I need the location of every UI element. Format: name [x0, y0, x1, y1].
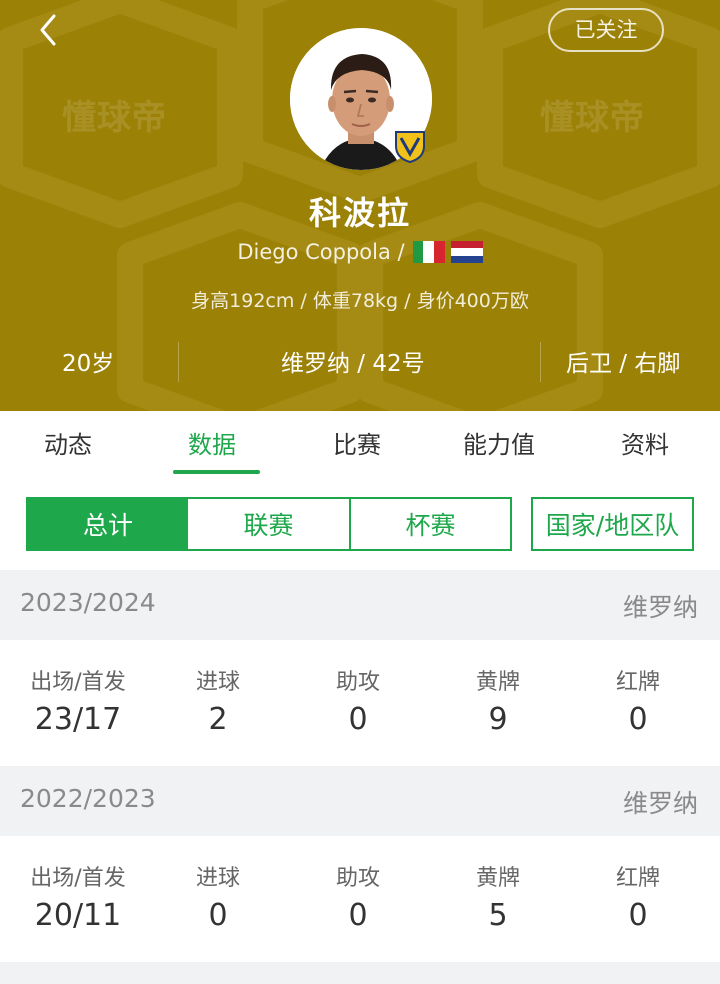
season-header: 2023/2024 维罗纳	[0, 570, 720, 640]
stat-label: 助攻	[335, 866, 380, 891]
active-tab-indicator	[173, 470, 260, 474]
segment-cup[interactable]: 杯赛	[349, 497, 512, 551]
stat-appearances: 出场/首发 23/17	[8, 664, 148, 737]
stat-value: 0	[348, 898, 368, 933]
tab-matches[interactable]: 比赛	[333, 425, 381, 460]
club-badge-icon	[395, 131, 425, 164]
stat-value: 9	[488, 702, 508, 737]
divider	[178, 342, 179, 382]
tab-data[interactable]: 数据	[188, 425, 236, 460]
stat-red-cards: 红牌 0	[568, 860, 708, 933]
segment-national-team[interactable]: 国家/地区队	[531, 497, 694, 551]
stat-yellow-cards: 黄牌 9	[428, 664, 568, 737]
english-name-row: Diego Coppola /	[0, 240, 720, 264]
stat-assists: 助攻 0	[288, 860, 428, 933]
stat-label: 出场/首发	[30, 670, 126, 695]
stat-value: 0	[628, 898, 648, 933]
season-club: 维罗纳	[622, 789, 698, 818]
season-stats: 出场/首发 23/17 进球 2 助攻 0 黄牌 9 红牌 0	[0, 640, 720, 766]
season-stats: 出场/首发 20/11 进球 0 助攻 0 黄牌 5 红牌 0	[0, 836, 720, 962]
season-year: 2023/2024	[20, 588, 156, 617]
season-club: 维罗纳	[622, 593, 698, 622]
season-year: 2022/2023	[20, 784, 156, 813]
follow-button[interactable]: 已关注	[548, 8, 664, 52]
stat-label: 进球	[195, 866, 240, 891]
stat-label: 出场/首发	[30, 866, 126, 891]
body-info: 身高192cm / 体重78kg / 身价400万欧	[191, 290, 529, 312]
stat-goals: 进球 2	[148, 664, 288, 737]
next-season-header-partial	[0, 962, 720, 984]
age-text: 20岁	[62, 351, 115, 377]
player-name: 科波拉	[308, 194, 411, 232]
stat-value: 0	[208, 898, 228, 933]
tab-bar: 动态 数据 比赛 能力值 资料	[0, 411, 720, 477]
club-number-text: 维罗纳 / 42号	[281, 351, 425, 377]
stat-appearances: 出场/首发 20/11	[8, 860, 148, 933]
back-arrow-icon[interactable]	[34, 10, 64, 50]
stat-goals: 进球 0	[148, 860, 288, 933]
divider	[540, 342, 541, 382]
segment-total[interactable]: 总计	[26, 497, 190, 551]
player-header: 懂球帝 懂球帝 已关注 科波拉 Diego Coppola / 身高192cm …	[0, 0, 720, 411]
stat-label: 黄牌	[475, 670, 520, 695]
stat-label: 红牌	[615, 670, 660, 695]
stat-label: 进球	[195, 670, 240, 695]
stat-value: 5	[488, 898, 508, 933]
segment-league[interactable]: 联赛	[188, 497, 351, 551]
stat-label: 红牌	[615, 866, 660, 891]
stat-value: 23/17	[34, 702, 122, 737]
netherlands-flag-icon	[450, 241, 483, 263]
stat-yellow-cards: 黄牌 5	[428, 860, 568, 933]
tab-news[interactable]: 动态	[44, 425, 92, 460]
tab-profile[interactable]: 资料	[621, 425, 669, 460]
english-name: Diego Coppola /	[237, 240, 405, 264]
stat-value: 0	[348, 702, 368, 737]
watermark-right: 懂球帝	[540, 98, 645, 138]
stat-value: 2	[208, 702, 228, 737]
player-summary-bar: 20岁 维罗纳 / 42号 后卫 / 右脚	[0, 336, 720, 386]
stat-assists: 助攻 0	[288, 664, 428, 737]
italy-flag-icon	[412, 241, 445, 263]
stat-label: 黄牌	[475, 866, 520, 891]
stat-value: 20/11	[34, 898, 122, 933]
stat-red-cards: 红牌 0	[568, 664, 708, 737]
watermark-left: 懂球帝	[62, 98, 167, 138]
stat-value: 0	[628, 702, 648, 737]
position-foot-text: 后卫 / 右脚	[566, 351, 681, 377]
tab-ability[interactable]: 能力值	[463, 425, 535, 460]
stat-label: 助攻	[335, 670, 380, 695]
season-header: 2022/2023 维罗纳	[0, 766, 720, 836]
